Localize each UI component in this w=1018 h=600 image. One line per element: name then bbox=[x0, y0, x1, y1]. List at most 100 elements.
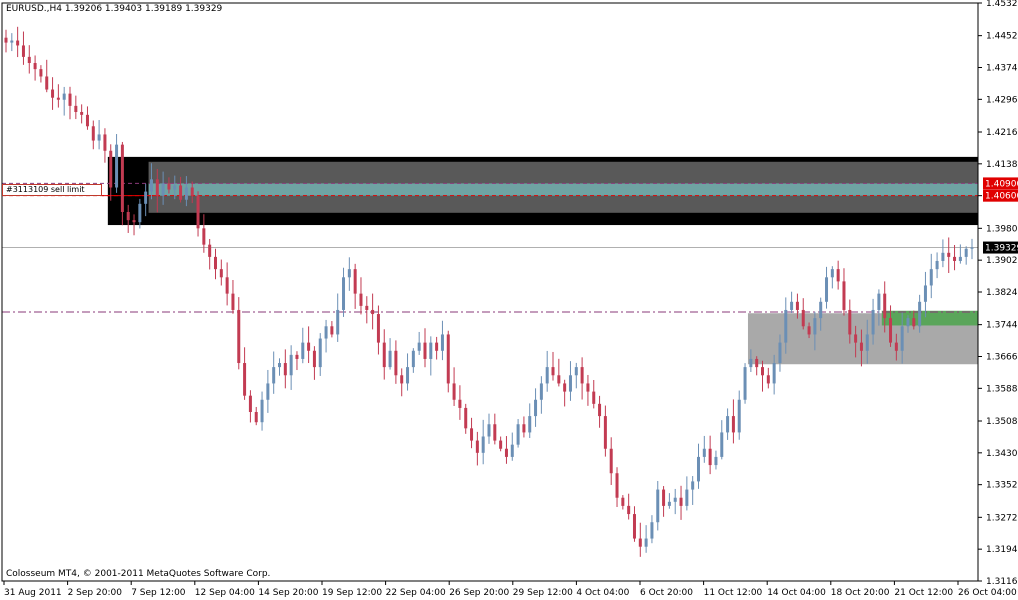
x-tick-label: 26 Sep 20:00 bbox=[449, 588, 509, 598]
candle-body bbox=[743, 367, 747, 400]
y-tick-label: 1.31940 bbox=[986, 545, 1018, 555]
candle-body bbox=[219, 269, 223, 278]
candle-body bbox=[440, 334, 444, 351]
candle-body bbox=[941, 252, 945, 261]
y-tick-label: 1.33520 bbox=[986, 481, 1018, 491]
candle-body bbox=[854, 334, 858, 343]
candle-body bbox=[656, 489, 660, 523]
candle-body bbox=[365, 305, 369, 310]
candle-body bbox=[155, 179, 159, 196]
candle-body bbox=[103, 134, 107, 151]
x-tick-label: 14 Oct 04:00 bbox=[767, 588, 826, 598]
price-chart[interactable]: 1.45320 1.44520 1.43740 1.42960 1.42160 1.413… bbox=[0, 0, 1018, 600]
y-tick-label: 1.45320 bbox=[986, 0, 1018, 9]
candle-body bbox=[702, 448, 706, 457]
candle-body bbox=[51, 89, 55, 98]
candle-body bbox=[21, 45, 25, 57]
candle-body bbox=[62, 93, 66, 100]
candle-body bbox=[563, 383, 567, 392]
candle-body bbox=[382, 342, 386, 368]
candle-body bbox=[126, 211, 130, 221]
candle-body bbox=[714, 456, 718, 466]
candle-body bbox=[731, 416, 735, 433]
x-tick-label: 19 Sep 12:00 bbox=[322, 588, 382, 598]
candle-body bbox=[33, 63, 37, 70]
candle-body bbox=[720, 432, 724, 457]
candle-body bbox=[115, 144, 119, 188]
candle-body bbox=[266, 383, 270, 400]
candle-body bbox=[376, 314, 380, 343]
candle-body bbox=[429, 342, 433, 359]
candle-body bbox=[586, 383, 590, 392]
candle-body bbox=[894, 342, 898, 351]
y-tick-label: 1.39800 bbox=[986, 224, 1018, 234]
candle-body bbox=[801, 309, 805, 327]
candle-body bbox=[196, 195, 200, 229]
candle-body bbox=[213, 256, 217, 270]
candle-body bbox=[225, 277, 229, 294]
candle-body bbox=[551, 367, 555, 376]
candle-body bbox=[499, 440, 503, 449]
candle-body bbox=[138, 203, 142, 223]
x-tick-label: 12 Sep 04:00 bbox=[195, 588, 255, 598]
x-tick-label: 29 Sep 12:00 bbox=[513, 588, 573, 598]
candle-body bbox=[231, 293, 235, 310]
candle-body bbox=[621, 497, 625, 506]
candle-body bbox=[545, 367, 549, 384]
candle-body bbox=[726, 416, 730, 433]
candle-body bbox=[603, 416, 607, 449]
candle-body bbox=[330, 326, 334, 335]
zone-demand-green bbox=[881, 310, 978, 326]
candle-body bbox=[609, 448, 613, 474]
candle-body bbox=[510, 444, 514, 457]
candle-body bbox=[173, 185, 177, 190]
candle-body bbox=[289, 354, 293, 376]
candle-body bbox=[336, 309, 340, 335]
candle-body bbox=[283, 363, 287, 376]
candle-body bbox=[923, 285, 927, 302]
candle-body bbox=[755, 358, 759, 368]
candle-body bbox=[237, 309, 241, 364]
candle-body bbox=[784, 309, 788, 343]
candle-body bbox=[353, 269, 357, 294]
candle-body bbox=[632, 514, 636, 539]
order-label[interactable]: #3113109 sell limit bbox=[2, 184, 102, 196]
candle-body bbox=[435, 342, 439, 351]
candle-body bbox=[307, 342, 311, 351]
x-tick-label: 7 Sep 12:00 bbox=[131, 588, 186, 598]
y-tick-label: 1.39020 bbox=[986, 256, 1018, 266]
candle-body bbox=[627, 505, 631, 515]
candle-body bbox=[406, 367, 410, 384]
candle-body bbox=[278, 363, 282, 368]
candle-body bbox=[749, 358, 753, 368]
price-label: 1.40900 bbox=[985, 179, 1018, 189]
candle-body bbox=[184, 187, 188, 200]
candle-body bbox=[947, 252, 951, 257]
candle-body bbox=[953, 256, 957, 261]
candle-body bbox=[795, 301, 799, 310]
candle-body bbox=[394, 350, 398, 376]
candle-body bbox=[470, 428, 474, 441]
candle-body bbox=[179, 185, 183, 200]
chart-window[interactable]: 1.45320 1.44520 1.43740 1.42960 1.42160 1.413… bbox=[0, 0, 1018, 600]
candle-body bbox=[539, 383, 543, 400]
candle-body bbox=[877, 293, 881, 310]
zone-order-band bbox=[148, 183, 979, 196]
candle-body bbox=[667, 501, 671, 506]
candle-body bbox=[842, 281, 846, 310]
candle-body bbox=[935, 260, 939, 270]
candle-body bbox=[685, 489, 689, 506]
candle-body bbox=[149, 179, 153, 192]
price-label: 1.39329 bbox=[985, 244, 1018, 254]
candle-body bbox=[312, 350, 316, 368]
candle-body bbox=[708, 448, 712, 466]
candle-body bbox=[97, 134, 101, 141]
chart-background bbox=[0, 0, 1018, 600]
candle-body bbox=[4, 37, 8, 43]
y-tick-label: 1.35080 bbox=[986, 417, 1018, 427]
candle-body bbox=[958, 256, 962, 261]
y-tick-label: 1.42960 bbox=[986, 95, 1018, 105]
candle-body bbox=[254, 412, 258, 423]
candle-body bbox=[807, 326, 811, 335]
x-tick-label: 6 Oct 20:00 bbox=[640, 588, 693, 598]
